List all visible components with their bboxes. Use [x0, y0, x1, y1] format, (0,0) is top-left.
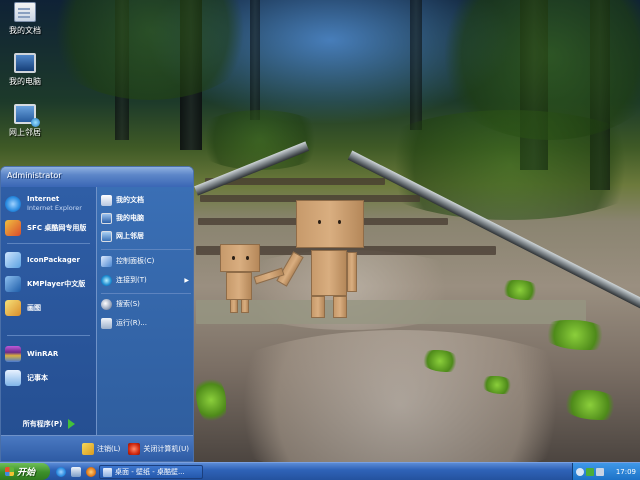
media-icon[interactable]	[86, 467, 96, 477]
run-item[interactable]: 运行(R)...	[101, 315, 191, 331]
place-label: 我的文档	[116, 196, 144, 204]
start-label: 开始	[17, 468, 36, 478]
network-tray-icon[interactable]	[586, 467, 594, 476]
explorer-window-icon	[103, 467, 112, 477]
ie-icon[interactable]	[56, 467, 66, 477]
my-documents-icon	[101, 194, 112, 206]
start-item-title: SFC 桌酷网专用版	[27, 223, 87, 232]
start-item-sfc[interactable]: SFC 桌酷网专用版	[5, 217, 94, 239]
desktop-icon-label: 我的电脑	[9, 77, 41, 86]
start-item-title: IconPackager	[27, 255, 80, 264]
start-item-subtitle: Internet Explorer	[27, 204, 82, 212]
paint-icon	[5, 300, 21, 316]
control-panel-icon	[101, 255, 112, 267]
logoff-button[interactable]: 注销(L)	[82, 442, 121, 455]
connect-to-label: 连接到(T)	[116, 276, 147, 284]
power-icon	[128, 442, 141, 455]
control-panel-item[interactable]: 控制面板(C)	[101, 253, 191, 269]
my-computer-icon	[101, 212, 112, 224]
notepad-icon	[5, 370, 21, 386]
search-label: 搜索(S)	[116, 300, 140, 308]
start-item-title: KMPlayer中文版	[27, 279, 86, 288]
shutdown-button[interactable]: 关闭计算机(U)	[128, 442, 189, 455]
all-programs-label: 所有程序(P)	[22, 420, 63, 428]
start-item-kmplayer[interactable]: KMPlayer中文版	[5, 273, 94, 295]
all-programs-button[interactable]: 所有程序(P)	[1, 411, 97, 437]
taskbar: 开始 桌面 - 壁纸 - 桌酷壁... 17:09	[0, 462, 640, 480]
start-menu-footer: 注销(L) 关闭计算机(U)	[1, 435, 193, 461]
start-menu: Administrator Internet Internet Explorer…	[0, 166, 194, 462]
start-item-title: 画图	[27, 303, 41, 312]
username-label: Administrator	[7, 171, 62, 180]
place-network[interactable]: 网上邻居	[101, 228, 191, 244]
desktop-icon-my-computer[interactable]: 我的电脑	[0, 53, 50, 87]
start-menu-header: Administrator	[1, 167, 193, 187]
control-panel-label: 控制面板(C)	[116, 257, 155, 265]
start-menu-separator	[7, 243, 90, 244]
connect-to-item[interactable]: 连接到(T) ▶	[101, 272, 191, 288]
desktop-icon[interactable]	[71, 467, 81, 477]
desktop-icon-my-documents[interactable]: 我的文档	[0, 2, 50, 36]
desktop-icon-network-places[interactable]: 网上邻居	[0, 104, 50, 138]
desktop-icon-label: 网上邻居	[9, 128, 41, 137]
desktop-icon-label: 我的文档	[9, 26, 41, 35]
logoff-label: 注销(L)	[97, 444, 121, 453]
clock[interactable]: 17:09	[616, 468, 636, 476]
green-arrow-icon	[68, 419, 76, 429]
tray-arrow-icon[interactable]	[576, 467, 584, 476]
taskbar-window-label: 桌面 - 壁纸 - 桌酷壁...	[115, 468, 185, 476]
place-my-computer[interactable]: 我的电脑	[101, 210, 191, 226]
my-documents-icon	[14, 2, 36, 22]
place-label: 我的电脑	[116, 214, 144, 222]
start-button[interactable]: 开始	[0, 463, 50, 480]
start-menu-places: 我的文档 我的电脑 网上邻居 控制面板(C) 连接到(T) ▶ 搜索(S) 运行…	[97, 187, 193, 437]
network-places-icon	[101, 230, 112, 242]
start-item-winrar[interactable]: WinRAR	[5, 343, 94, 365]
start-item-title: WinRAR	[27, 349, 59, 358]
volume-icon[interactable]	[596, 467, 604, 476]
search-icon	[101, 298, 112, 310]
connect-to-icon	[101, 274, 112, 286]
start-item-notepad[interactable]: 记事本	[5, 367, 94, 389]
start-menu-programs: Internet Internet Explorer SFC 桌酷网专用版 Ic…	[1, 187, 97, 437]
start-item-iconpackager[interactable]: IconPackager	[5, 249, 94, 271]
start-item-paint[interactable]: 画图	[5, 297, 94, 319]
start-menu-separator	[7, 335, 90, 336]
key-icon	[82, 442, 95, 455]
system-tray: 17:09	[572, 463, 640, 480]
start-menu-separator	[101, 249, 191, 250]
start-menu-separator	[101, 293, 191, 294]
start-item-title: 记事本	[27, 373, 48, 382]
start-item-internet[interactable]: Internet Internet Explorer	[5, 193, 94, 215]
network-places-icon	[14, 104, 40, 127]
taskbar-window-button[interactable]: 桌面 - 壁纸 - 桌酷壁...	[99, 465, 203, 479]
windows-flag-icon	[5, 467, 14, 476]
my-computer-icon	[14, 53, 36, 73]
start-item-title: Internet	[27, 195, 60, 203]
search-item[interactable]: 搜索(S)	[101, 296, 191, 312]
sfc-icon	[5, 220, 21, 236]
kmplayer-icon	[5, 276, 21, 292]
place-label: 网上邻居	[116, 232, 144, 240]
internet-explorer-icon	[5, 196, 21, 212]
shutdown-label: 关闭计算机(U)	[143, 444, 189, 453]
submenu-arrow-icon: ▶	[184, 276, 189, 284]
run-icon	[101, 317, 112, 329]
iconpackager-icon	[5, 252, 21, 268]
winrar-icon	[5, 346, 21, 362]
run-label: 运行(R)...	[116, 319, 148, 327]
place-my-documents[interactable]: 我的文档	[101, 192, 191, 208]
